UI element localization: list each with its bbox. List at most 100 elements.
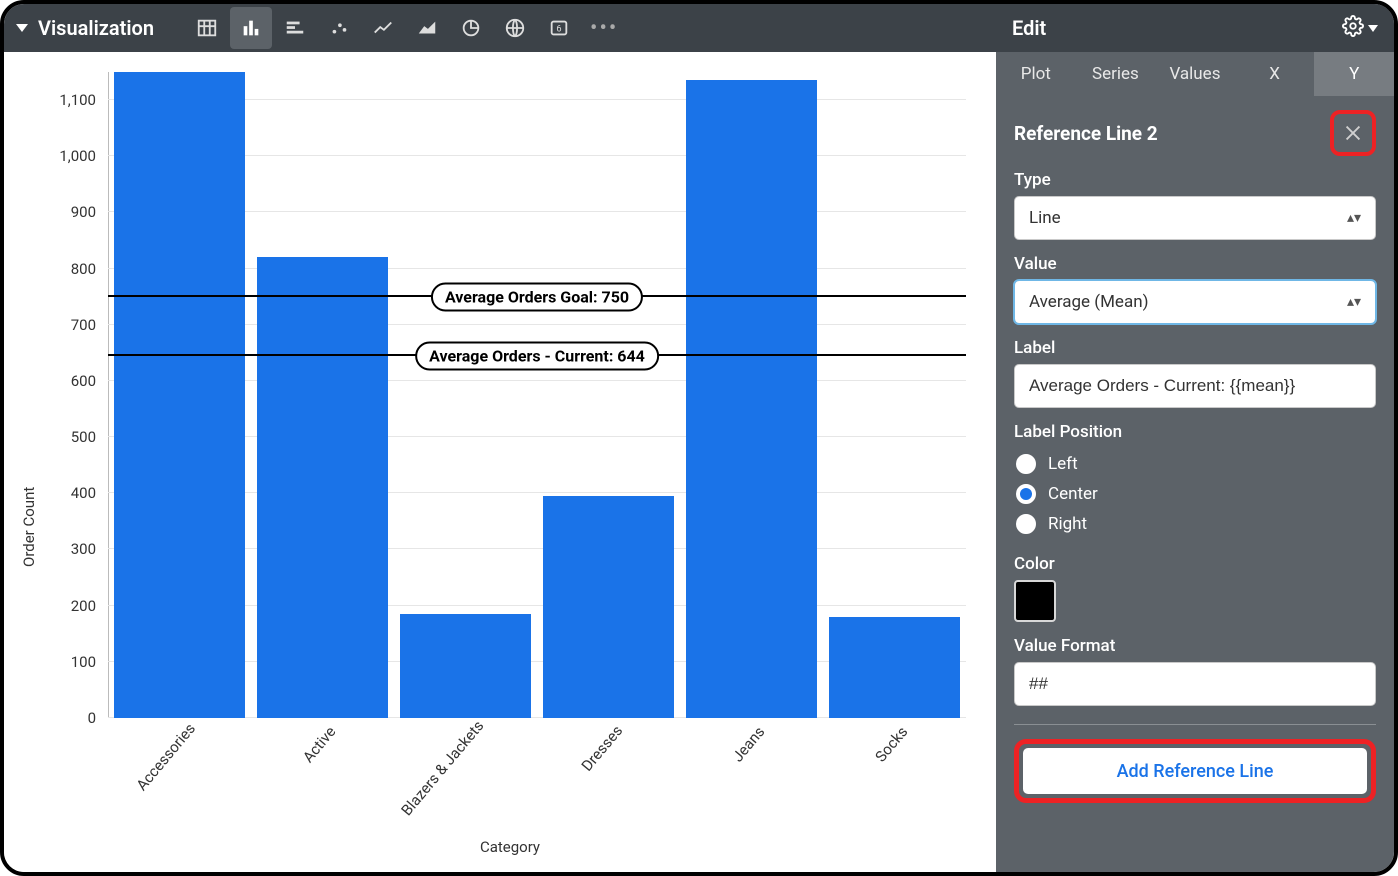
settings-gear-button[interactable]	[1342, 15, 1378, 41]
visualization-title: Visualization	[38, 16, 154, 40]
radio-icon	[1016, 514, 1036, 534]
y-tick: 400	[71, 484, 96, 502]
bar-chart-icon[interactable]	[274, 7, 316, 49]
bar-slot	[108, 72, 251, 718]
visualization-title-toggle[interactable]: Visualization	[16, 16, 154, 40]
label-position-radios: Left Center Right	[1014, 448, 1376, 540]
bar[interactable]	[257, 257, 389, 718]
radio-label: Left	[1048, 454, 1078, 474]
svg-text:6: 6	[556, 25, 561, 35]
add-reference-line-button[interactable]: Add Reference Line	[1023, 748, 1367, 794]
y-tick: 1,100	[59, 91, 96, 109]
color-group: Color	[1014, 554, 1376, 622]
line-chart-icon[interactable]	[362, 7, 404, 49]
label-field-group: Label	[1014, 338, 1376, 408]
radio-label: Right	[1048, 514, 1087, 534]
close-highlight	[1330, 110, 1376, 156]
x-tick: Accessories	[108, 718, 251, 838]
y-axis-label: Order Count	[14, 72, 44, 862]
updown-icon: ▴▾	[1347, 294, 1361, 310]
radio-center[interactable]: Center	[1016, 484, 1374, 504]
y-tick: 600	[71, 372, 96, 390]
y-ticks: 01002003004005006007008009001,0001,100	[44, 72, 104, 718]
radio-icon	[1016, 454, 1036, 474]
bar[interactable]	[686, 80, 818, 718]
y-tick: 300	[71, 540, 96, 558]
radio-icon	[1016, 484, 1036, 504]
chevron-down-icon	[1368, 25, 1378, 32]
tab-y[interactable]: Y	[1314, 52, 1394, 96]
bar[interactable]	[114, 72, 246, 718]
reference-line-label: Average Orders - Current: 644	[415, 342, 659, 371]
plot-area: 01002003004005006007008009001,0001,100 A…	[44, 72, 976, 718]
column-chart-icon[interactable]	[230, 7, 272, 49]
close-button[interactable]	[1336, 116, 1370, 150]
x-tick-label: Socks	[871, 723, 911, 766]
scatter-icon[interactable]	[318, 7, 360, 49]
single-value-icon[interactable]: 6	[538, 7, 580, 49]
x-tick: Dresses	[537, 718, 680, 838]
y-tick: 500	[71, 428, 96, 446]
add-reference-highlight: Add Reference Line	[1014, 739, 1376, 803]
x-tick: Active	[251, 718, 394, 838]
edit-header: Edit	[996, 4, 1394, 52]
tab-x[interactable]: X	[1235, 52, 1315, 96]
radio-left[interactable]: Left	[1016, 454, 1374, 474]
value-select[interactable]: Average (Mean) ▴▾	[1014, 280, 1376, 324]
color-label: Color	[1014, 554, 1376, 574]
more-icon[interactable]: •••	[582, 16, 626, 41]
radio-label: Center	[1048, 484, 1098, 504]
updown-icon: ▴▾	[1347, 210, 1361, 226]
x-tick: Socks	[823, 718, 966, 838]
type-value: Line	[1029, 208, 1061, 228]
type-select[interactable]: Line ▴▾	[1014, 196, 1376, 240]
bar[interactable]	[400, 614, 532, 718]
y-tick: 100	[71, 653, 96, 671]
value-format-input[interactable]	[1014, 662, 1376, 706]
label-position-group: Label Position LeftCenterRight	[1014, 422, 1376, 540]
bar[interactable]	[543, 496, 675, 718]
radio-right[interactable]: Right	[1016, 514, 1374, 534]
x-tick-label: Accessories	[132, 720, 198, 794]
x-tick-label: Active	[299, 723, 339, 766]
x-tick: Blazers & Jackets	[394, 718, 537, 838]
edit-title: Edit	[1012, 16, 1046, 40]
edit-panel: Edit PlotSeriesValuesXY Reference Line 2	[996, 4, 1394, 872]
app-frame: Visualization 6 ••• Order Count 0 100 200 3…	[0, 0, 1398, 876]
table-icon[interactable]	[186, 7, 228, 49]
value-format-group: Value Format	[1014, 636, 1376, 706]
bar-slot	[251, 72, 394, 718]
bar[interactable]	[829, 617, 961, 718]
tab-values[interactable]: Values	[1155, 52, 1235, 96]
x-tick-label: Blazers & Jackets	[397, 717, 487, 819]
y-tick: 900	[71, 203, 96, 221]
bar-slot	[680, 72, 823, 718]
close-icon	[1342, 122, 1364, 144]
type-label: Type	[1014, 170, 1376, 190]
section-title: Reference Line 2	[1014, 122, 1158, 145]
color-swatch[interactable]	[1014, 580, 1056, 622]
y-tick: 200	[71, 597, 96, 615]
label-input[interactable]	[1014, 364, 1376, 408]
value-value: Average (Mean)	[1029, 292, 1149, 312]
chart-wrap: Order Count 0100200300400500600700800900…	[4, 52, 996, 872]
add-reference-line-label: Add Reference Line	[1117, 761, 1274, 782]
bar-slot	[394, 72, 537, 718]
x-tick-label: Dresses	[577, 722, 625, 775]
section-header: Reference Line 2	[1014, 110, 1376, 156]
x-axis-label: Category	[44, 838, 976, 862]
x-tick-label: Jeans	[728, 723, 768, 766]
panel-body: Reference Line 2 Type Line ▴▾ Value Aver…	[996, 96, 1394, 872]
tab-series[interactable]: Series	[1076, 52, 1156, 96]
map-icon[interactable]	[494, 7, 536, 49]
value-format-label: Value Format	[1014, 636, 1376, 656]
pie-chart-icon[interactable]	[450, 7, 492, 49]
area-chart-icon[interactable]	[406, 7, 448, 49]
type-field: Type Line ▴▾	[1014, 170, 1376, 240]
tab-plot[interactable]: Plot	[996, 52, 1076, 96]
reference-line-label: Average Orders Goal: 750	[431, 282, 643, 311]
y-tick: 0	[88, 709, 96, 727]
bar-slot	[823, 72, 966, 718]
x-ticks: Accessories Active Blazers & Jackets Dresse…	[108, 718, 966, 838]
bar-slot	[537, 72, 680, 718]
